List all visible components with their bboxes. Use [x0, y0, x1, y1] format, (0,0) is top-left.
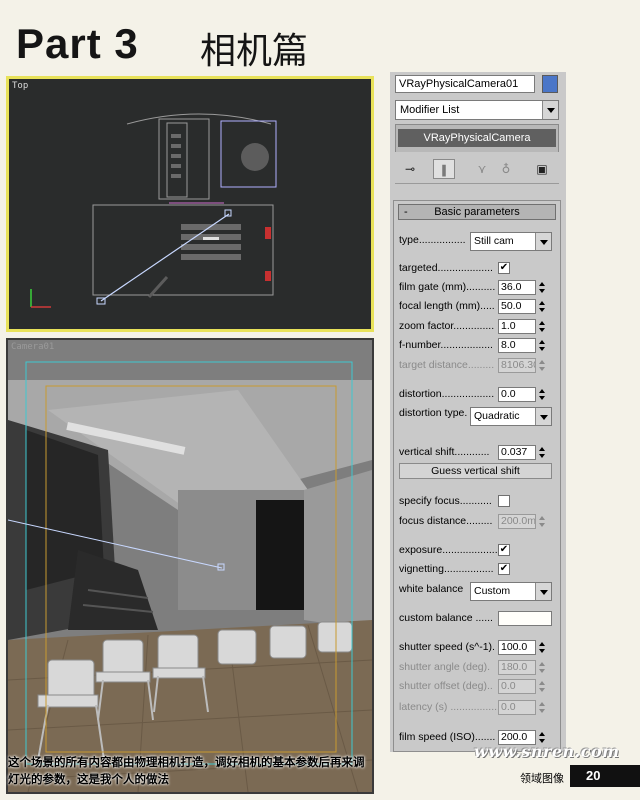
pin-icon[interactable]: ⊸: [399, 159, 421, 179]
command-panel: VRayPhysicalCamera01 Modifier List VRayP…: [390, 72, 566, 752]
focus-distance-input: 200.0m: [498, 514, 536, 529]
film-gate-input[interactable]: 36.0: [498, 280, 536, 295]
basic-parameters-rollout: - Basic parameters type................ …: [393, 200, 561, 752]
guess-vertical-shift-button[interactable]: Guess vertical shift: [399, 463, 552, 479]
focus-distance-spinner: [538, 514, 547, 529]
shutter-offset-spinner: [538, 679, 547, 694]
zoom-factor-label: zoom factor..............: [399, 320, 495, 332]
chevron-down-icon[interactable]: [535, 408, 551, 425]
remove-modifier-icon[interactable]: ♁: [495, 159, 517, 179]
chevron-down-icon[interactable]: [542, 101, 558, 119]
vertical-shift-label: vertical shift............: [399, 446, 490, 458]
type-dropdown-value: Still cam: [474, 235, 514, 247]
vertical-shift-input[interactable]: 0.037: [498, 445, 536, 460]
shutter-angle-input: 180.0: [498, 660, 536, 675]
film-gate-spinner[interactable]: [538, 280, 547, 295]
vignetting-label: vignetting.................: [399, 563, 494, 575]
shutter-offset-label: shutter offset (deg)..: [399, 680, 493, 692]
axis-gizmo-icon: [30, 289, 51, 308]
f-number-input[interactable]: 8.0: [498, 338, 536, 353]
chevron-down-icon[interactable]: [535, 233, 551, 250]
zoom-factor-spinner[interactable]: [538, 319, 547, 334]
modifier-list-dropdown[interactable]: Modifier List: [395, 100, 559, 120]
type-label: type................: [399, 234, 466, 246]
caption-text: 这个场景的所有内容都由物理相机打造，调好相机的基本参数后再来调灯光的参数，这是我…: [8, 755, 365, 786]
latency-spinner: [538, 700, 547, 715]
f-number-label: f-number..................: [399, 339, 493, 351]
exposure-checkbox[interactable]: ✔: [498, 544, 510, 556]
targeted-checkbox[interactable]: ✔: [498, 262, 510, 274]
focal-length-input[interactable]: 50.0: [498, 299, 536, 314]
white-balance-label: white balance: [399, 583, 464, 595]
object-name-field[interactable]: VRayPhysicalCamera01: [395, 75, 535, 93]
exposure-label: exposure...................: [399, 544, 498, 556]
modifier-toolbar: ⊸ ∥ ⋎ ♁ ▣: [395, 152, 559, 184]
target-distance-spinner: [538, 358, 547, 373]
page-heading-part: Part 3: [16, 20, 139, 67]
distortion-type-label: distortion type.: [399, 407, 468, 419]
specify-focus-checkbox[interactable]: [498, 495, 510, 507]
vertical-shift-spinner[interactable]: [538, 445, 547, 460]
shutter-speed-spinner[interactable]: [538, 640, 547, 655]
latency-label: latency (s) .................: [399, 701, 500, 713]
rollout-header[interactable]: - Basic parameters: [398, 204, 556, 220]
distortion-type-dropdown[interactable]: Quadratic: [470, 407, 552, 426]
custom-balance-swatch[interactable]: [498, 611, 552, 626]
focal-length-label: focal length (mm).....: [399, 300, 495, 312]
film-gate-label: film gate (mm)..........: [399, 281, 496, 293]
shutter-offset-input: 0.0: [498, 679, 536, 694]
modifier-stack: VRayPhysicalCamera: [395, 124, 559, 154]
object-color-swatch[interactable]: [542, 75, 558, 93]
latency-input: 0.0: [498, 700, 536, 715]
camera-viewport[interactable]: Camera01: [6, 338, 374, 794]
white-balance-dropdown[interactable]: Custom: [470, 582, 552, 601]
vignetting-checkbox[interactable]: ✔: [498, 563, 510, 575]
custom-balance-label: custom balance ......: [399, 612, 493, 624]
rollout-title: Basic parameters: [434, 206, 520, 218]
distortion-input[interactable]: 0.0: [498, 387, 536, 402]
chevron-down-icon[interactable]: [535, 583, 551, 600]
focal-length-spinner[interactable]: [538, 299, 547, 314]
modifier-stack-item[interactable]: VRayPhysicalCamera: [398, 129, 556, 147]
camera-render-preview: [8, 361, 372, 792]
target-distance-label: target distance.........: [399, 359, 495, 371]
modifier-list-label: Modifier List: [400, 104, 460, 116]
top-view-floorplan: [30, 113, 277, 308]
f-number-spinner[interactable]: [538, 338, 547, 353]
type-dropdown[interactable]: Still cam: [470, 232, 552, 251]
targeted-label: targeted...................: [399, 262, 493, 274]
focus-distance-label: focus distance.........: [399, 515, 493, 527]
section-name: 领域图像: [520, 772, 564, 785]
specify-focus-label: specify focus...........: [399, 495, 492, 507]
zoom-factor-input[interactable]: 1.0: [498, 319, 536, 334]
shutter-angle-spinner: [538, 660, 547, 675]
page-heading-title: 相机篇: [200, 31, 309, 72]
make-unique-icon[interactable]: ⋎: [471, 159, 493, 179]
target-distance-input: 8106.30: [498, 358, 536, 373]
page-number: 20: [570, 765, 640, 787]
distortion-type-value: Quadratic: [474, 410, 520, 422]
configure-sets-icon[interactable]: ▣: [531, 159, 553, 179]
shutter-speed-input[interactable]: 100.0: [498, 640, 536, 655]
site-watermark: www.snren.com: [474, 742, 620, 761]
white-balance-value: Custom: [474, 585, 511, 597]
distortion-label: distortion..................: [399, 388, 495, 400]
shutter-angle-label: shutter angle (deg).: [399, 661, 491, 673]
modifier-stack-icon[interactable]: ∥: [433, 159, 455, 179]
top-viewport[interactable]: Top: [6, 76, 374, 332]
shutter-speed-label: shutter speed (s^-1).: [399, 641, 495, 653]
distortion-spinner[interactable]: [538, 387, 547, 402]
